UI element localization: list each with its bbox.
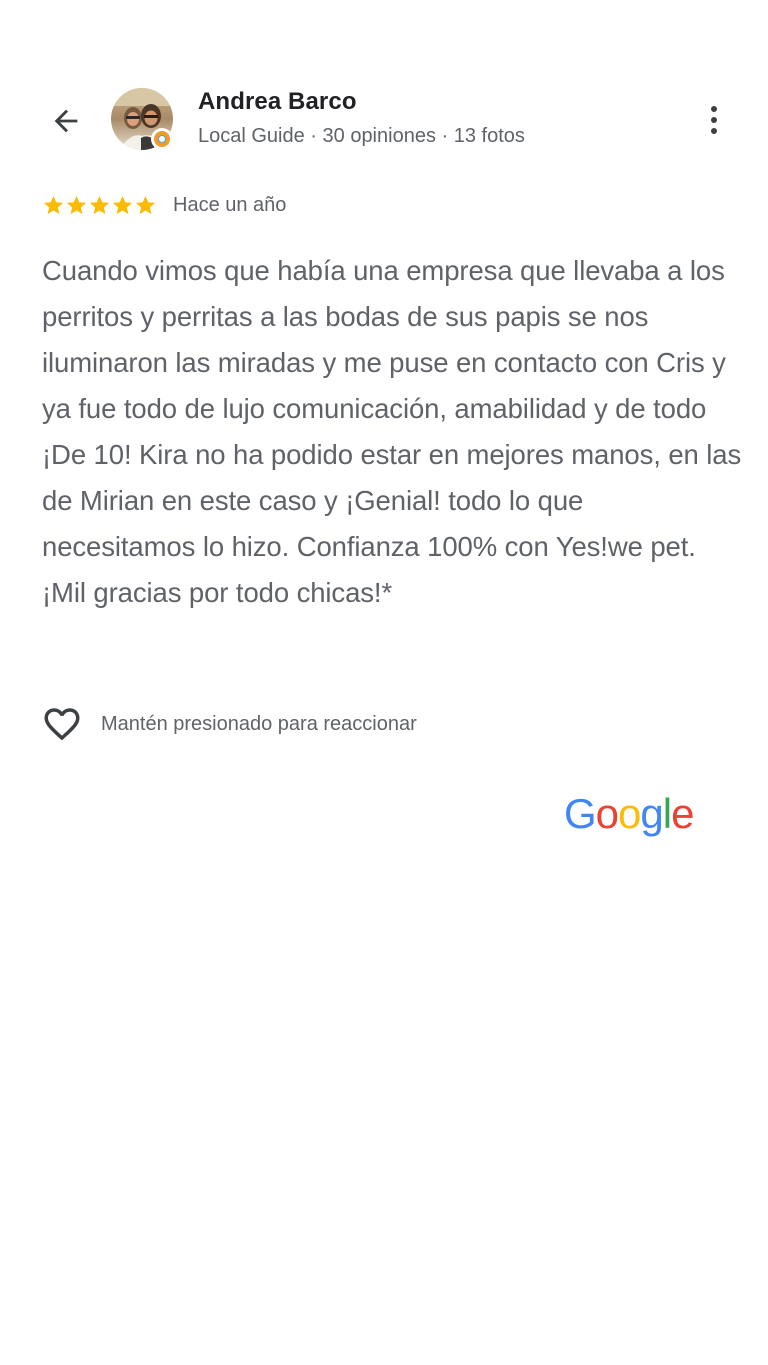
star-icon xyxy=(43,195,64,215)
react-button[interactable] xyxy=(40,704,84,744)
star-rating xyxy=(42,194,157,217)
author-name[interactable]: Andrea Barco xyxy=(198,88,357,116)
heart-outline-icon xyxy=(44,708,80,741)
google-logo-letter: l xyxy=(662,790,672,837)
arrow-back-icon xyxy=(54,109,78,133)
google-logo-letter: G xyxy=(564,790,597,837)
star-icon xyxy=(89,195,110,215)
review-time: Hace un año xyxy=(173,194,287,216)
more-vert-dot xyxy=(711,117,717,123)
react-hint: Mantén presionado para reaccionar xyxy=(101,712,417,735)
local-guide-badge-icon xyxy=(151,128,173,150)
more-vert-icon xyxy=(711,106,717,112)
google-logo-letter: o xyxy=(618,790,641,837)
star-icon xyxy=(66,195,87,215)
review-detail-screen: Andrea Barco Local Guide · 30 opiniones … xyxy=(0,0,768,1365)
rating-row: Hace un año xyxy=(42,194,286,217)
reaction-row: Mantén presionado para reaccionar xyxy=(40,704,417,744)
google-logo-letter: g xyxy=(640,790,663,837)
star-icon xyxy=(112,195,133,215)
review-text: Cuando vimos que había una empresa que l… xyxy=(42,255,742,608)
star-icon xyxy=(135,195,156,215)
back-button[interactable] xyxy=(40,95,92,147)
author-meta: Local Guide · 30 opiniones · 13 fotos xyxy=(198,125,525,147)
more-options-button[interactable] xyxy=(694,94,734,146)
google-logo-letter: e xyxy=(671,790,694,837)
google-logo-letter: o xyxy=(595,790,619,837)
google-logo: Google xyxy=(564,790,694,838)
more-vert-dot xyxy=(711,128,717,134)
